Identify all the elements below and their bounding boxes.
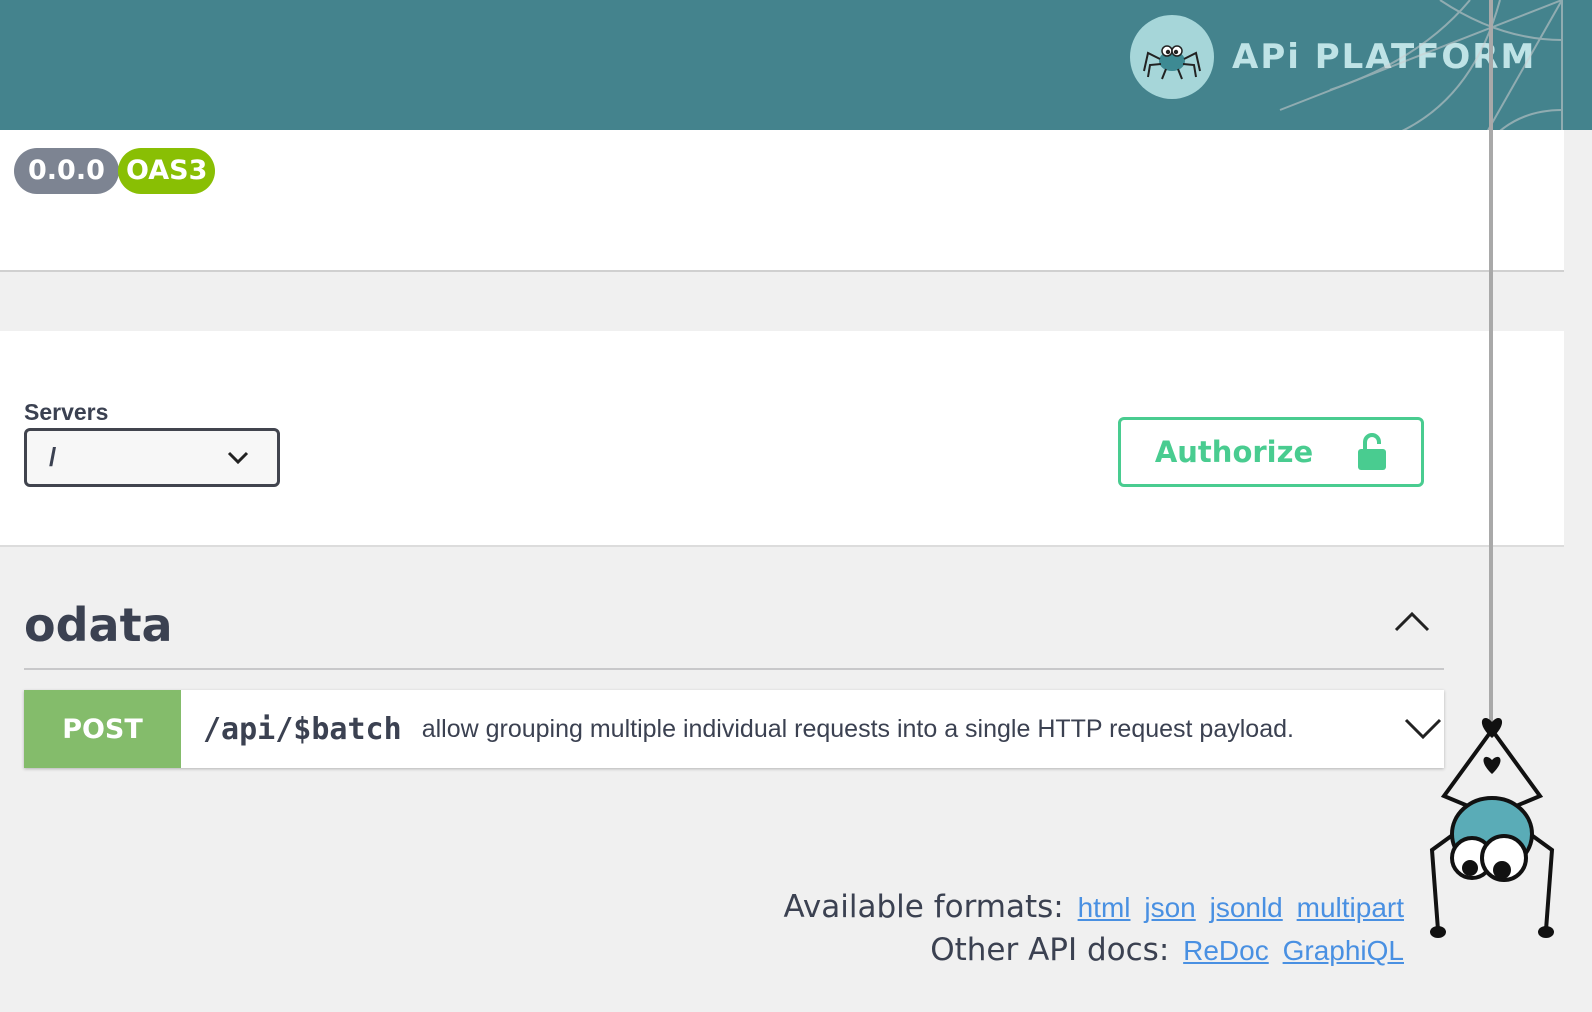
- authorize-label: Authorize: [1154, 435, 1314, 469]
- format-link-json[interactable]: json: [1144, 892, 1195, 923]
- spider-logo-icon: [1130, 15, 1214, 99]
- servers-selected-value: /: [49, 442, 57, 472]
- doc-link-redoc[interactable]: ReDoc: [1183, 935, 1269, 966]
- operation-post-batch[interactable]: POST /api/$batch allow grouping multiple…: [24, 690, 1444, 768]
- operation-summary: allow grouping multiple individual reque…: [421, 714, 1294, 743]
- other-docs-label: Other API docs:: [930, 932, 1170, 968]
- spider-thread: [1489, 0, 1493, 730]
- other-docs-row: Other API docs: ReDoc GraphiQL: [784, 929, 1404, 972]
- footer-formats: Available formats: html json jsonld mult…: [784, 886, 1404, 972]
- available-formats-row: Available formats: html json jsonld mult…: [784, 886, 1404, 929]
- oas-badge: OAS3: [118, 148, 216, 194]
- format-link-jsonld[interactable]: jsonld: [1210, 892, 1283, 923]
- formats-label: Available formats:: [783, 889, 1064, 925]
- method-badge: POST: [24, 690, 181, 768]
- servers-label: Servers: [24, 399, 109, 425]
- authorize-button[interactable]: Authorize: [1118, 417, 1424, 487]
- operation-path: /api/$batch: [203, 711, 402, 747]
- scheme-container: Servers / Authorize: [0, 331, 1564, 547]
- version-badge: 0.0.0: [14, 148, 119, 194]
- doc-link-graphiql[interactable]: GraphiQL: [1283, 935, 1404, 966]
- format-link-html[interactable]: html: [1078, 892, 1131, 923]
- tag-divider: [24, 668, 1444, 670]
- servers-select[interactable]: /: [24, 428, 280, 487]
- chevron-up-icon[interactable]: [1394, 610, 1430, 632]
- spider-mascot-icon: [1429, 717, 1555, 938]
- chevron-down-icon: [227, 451, 249, 464]
- unlock-icon: [1358, 433, 1387, 470]
- tag-title[interactable]: odata: [24, 598, 173, 652]
- format-link-multipart[interactable]: multipart: [1297, 892, 1404, 923]
- info-section: 0.0.0 OAS3: [0, 130, 1564, 272]
